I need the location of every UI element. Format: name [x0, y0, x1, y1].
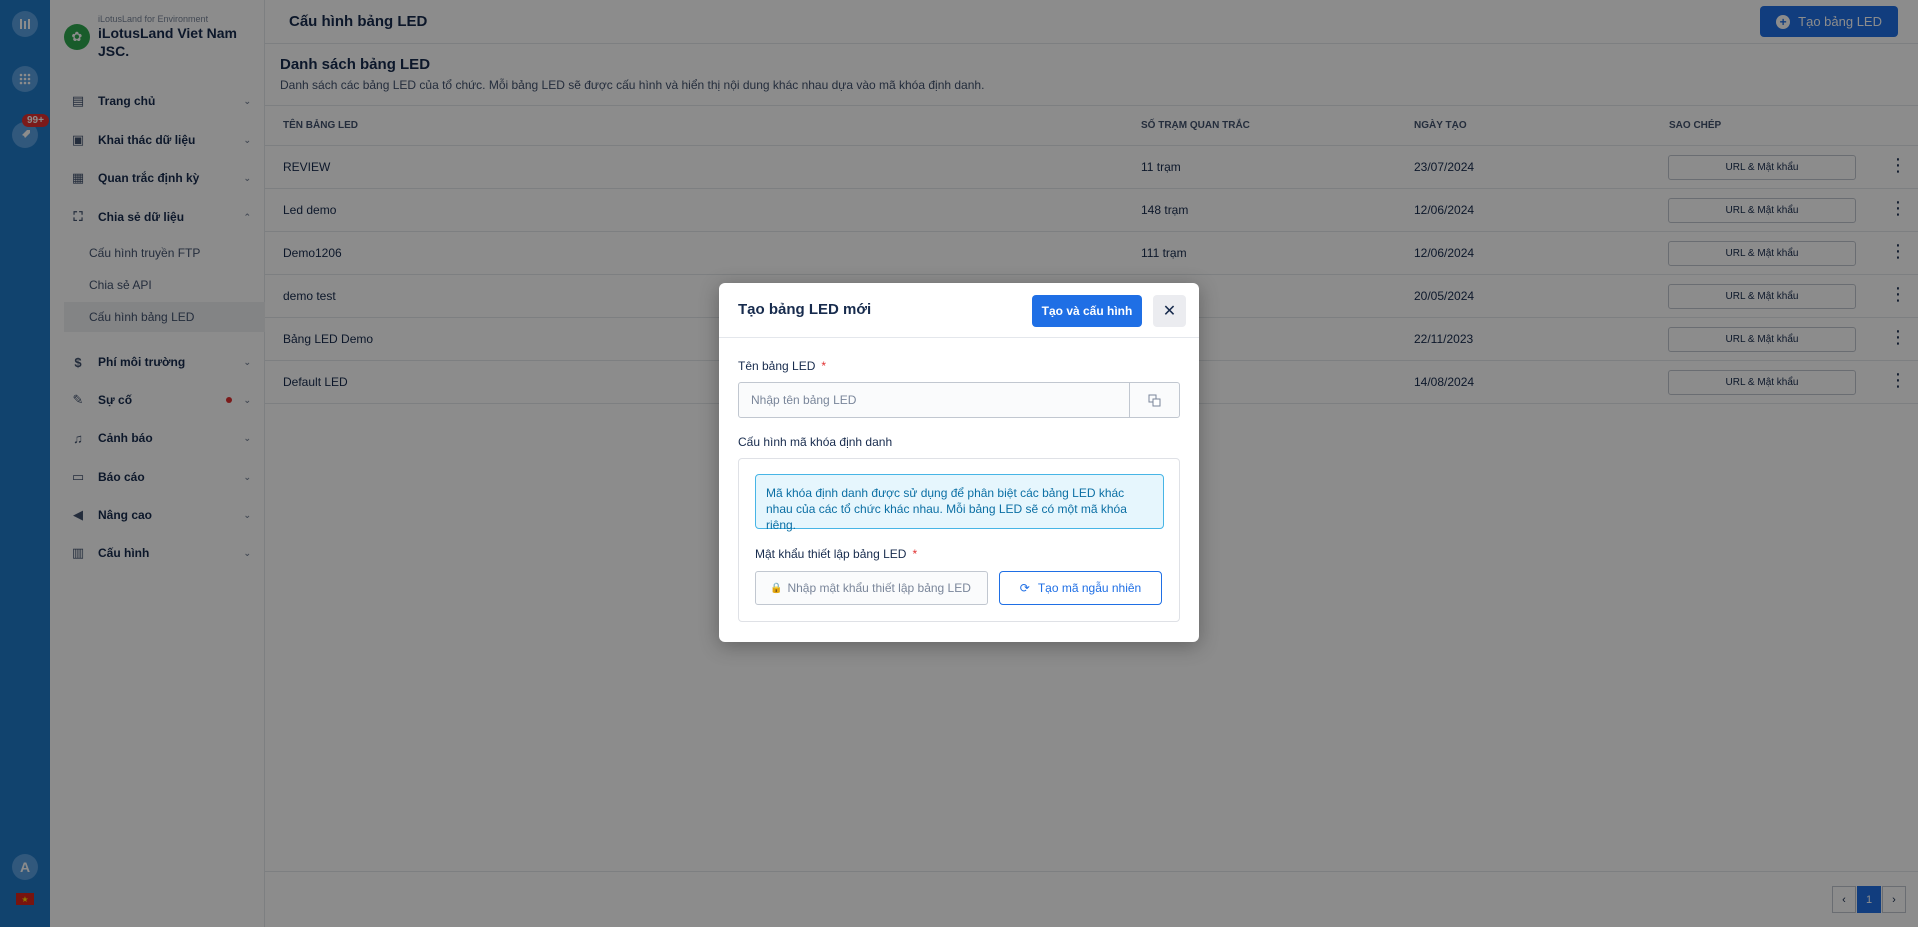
- password-field: 🔒: [755, 571, 988, 605]
- create-and-configure-button[interactable]: Tạo và cấu hình: [1032, 295, 1142, 327]
- required-mark: *: [912, 547, 918, 561]
- led-name-label: Tên bảng LED *: [738, 359, 826, 373]
- led-name-input[interactable]: [739, 383, 1131, 417]
- password-input[interactable]: [787, 581, 987, 595]
- led-name-field: [738, 382, 1180, 418]
- password-label-text: Mật khẩu thiết lập bảng LED: [755, 547, 907, 561]
- lock-icon: 🔒: [770, 582, 783, 594]
- create-led-modal: Tạo bảng LED mới Tạo và cấu hình ✕ Tên b…: [719, 283, 1199, 642]
- info-alert: Mã khóa định danh được sử dụng để phân b…: [755, 474, 1164, 532]
- translate-icon[interactable]: [1129, 383, 1179, 417]
- refresh-icon: ⟳: [1019, 581, 1030, 595]
- close-icon[interactable]: ✕: [1153, 295, 1186, 327]
- password-label: Mật khẩu thiết lập bảng LED *: [755, 547, 917, 561]
- generate-random-button[interactable]: ⟳ Tạo mã ngẫu nhiên: [999, 571, 1162, 605]
- modal-title: Tạo bảng LED mới: [738, 301, 872, 318]
- key-config-box: Mã khóa định danh được sử dụng để phân b…: [738, 458, 1180, 622]
- generate-random-label: Tạo mã ngẫu nhiên: [1037, 581, 1142, 595]
- modal-header: Tạo bảng LED mới Tạo và cấu hình ✕: [719, 283, 1199, 338]
- key-config-label: Cấu hình mã khóa định danh: [738, 435, 893, 449]
- led-name-label-text: Tên bảng LED: [738, 359, 816, 373]
- required-mark: *: [821, 359, 827, 373]
